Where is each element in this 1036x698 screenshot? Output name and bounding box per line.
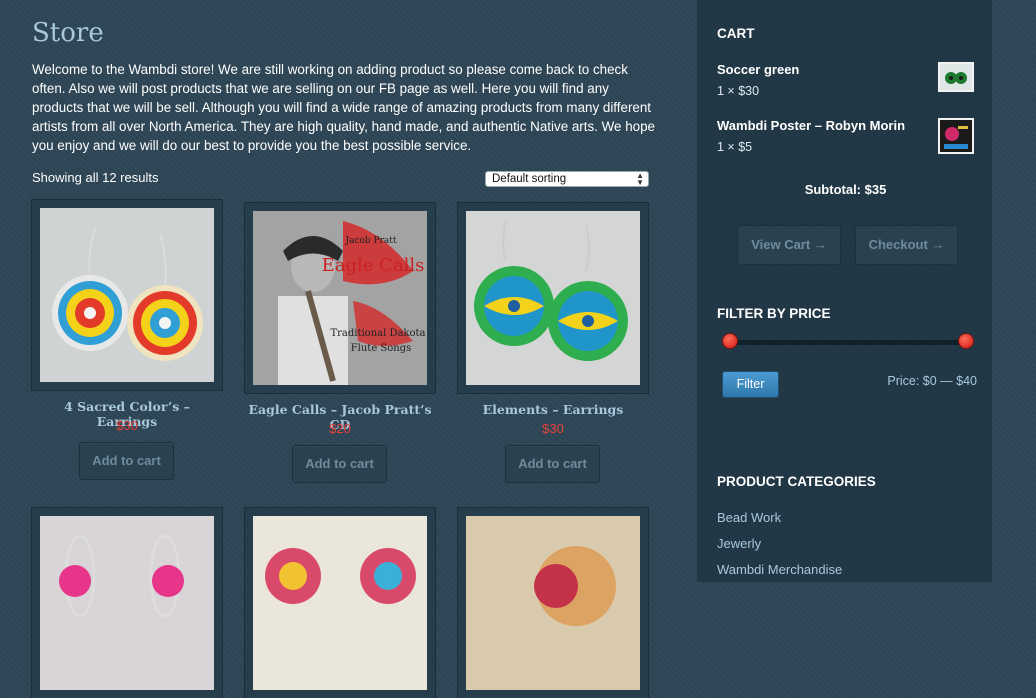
cd-cover-image: Jacob Pratt Eagle Calls Traditional Dako… <box>253 211 427 385</box>
cd-subtitle-text: Traditional Dakota <box>330 328 425 339</box>
product-image[interactable] <box>458 508 648 698</box>
earrings-image <box>466 211 640 385</box>
cart-item-qty: 1 × $5 <box>717 140 753 154</box>
price-slider-max-handle[interactable] <box>958 333 974 349</box>
sidebar: CART Soccer green 1 × $30 Wambdi Poster … <box>697 0 992 582</box>
category-link-jewerly[interactable]: Jewerly <box>717 536 761 551</box>
category-link-wambdi-merchandise[interactable]: Wambdi Merchandise <box>717 562 842 577</box>
poster-thumb-icon <box>940 120 972 152</box>
add-to-cart-button[interactable]: Add to cart <box>292 445 387 483</box>
product-image[interactable] <box>245 508 435 698</box>
store-intro: Welcome to the Wambdi store! We are stil… <box>32 62 655 153</box>
cart-divider <box>717 106 974 107</box>
product-title[interactable]: Elements – Earrings <box>458 402 648 417</box>
earrings-thumb-icon <box>940 64 972 90</box>
product-image[interactable] <box>32 508 222 698</box>
cart-item-thumbnail[interactable] <box>938 62 974 92</box>
price-range-label: Price: $0 — $40 <box>887 374 977 388</box>
categories-widget-title: PRODUCT CATEGORIES <box>717 474 876 489</box>
earrings-image <box>40 516 214 690</box>
cd-title-text: Eagle Calls <box>322 255 425 276</box>
checkout-button[interactable]: Checkout → <box>855 225 958 265</box>
earrings-image <box>253 516 427 690</box>
product-image[interactable] <box>458 203 648 393</box>
add-to-cart-button[interactable]: Add to cart <box>505 445 600 483</box>
cd-artist-text: Jacob Pratt <box>344 236 396 246</box>
cart-item-name[interactable]: Soccer green <box>717 62 799 77</box>
product-price: $30 <box>542 421 564 436</box>
price-slider-min-handle[interactable] <box>722 333 738 349</box>
sort-select[interactable]: Default sorting ▲ ▼ <box>485 171 649 187</box>
cart-item-thumbnail[interactable] <box>938 118 974 154</box>
view-cart-button[interactable]: View Cart → <box>737 225 841 265</box>
cart-item: Wambdi Poster – Robyn Morin 1 × $5 <box>717 118 974 170</box>
page-title: Store <box>32 18 104 48</box>
add-to-cart-button[interactable]: Add to cart <box>79 442 174 480</box>
result-count: Showing all 12 results <box>32 170 159 185</box>
select-arrows-icon: ▲ ▼ <box>636 171 644 187</box>
product-price: $20 <box>329 421 351 436</box>
product-price: $30 <box>116 418 138 433</box>
cart-widget-title: CART <box>717 26 755 41</box>
cart-subtotal: Subtotal: $35 <box>804 182 887 197</box>
category-link-bead-work[interactable]: Bead Work <box>717 510 781 525</box>
cd-subtitle-text-2: Flute Songs <box>351 343 412 354</box>
cart-item-qty: 1 × $30 <box>717 84 760 98</box>
product-image[interactable]: Jacob Pratt Eagle Calls Traditional Dako… <box>245 203 435 393</box>
sort-select-value: Default sorting <box>492 173 567 185</box>
product-image[interactable] <box>32 200 222 390</box>
price-slider-track[interactable] <box>729 340 967 345</box>
cart-item-name[interactable]: Wambdi Poster – Robyn Morin <box>717 118 905 133</box>
earrings-image <box>40 208 214 382</box>
filter-widget-title: FILTER BY PRICE <box>717 306 831 321</box>
filter-button[interactable]: Filter <box>722 371 779 398</box>
cart-divider <box>717 164 974 165</box>
earrings-image <box>466 516 640 690</box>
